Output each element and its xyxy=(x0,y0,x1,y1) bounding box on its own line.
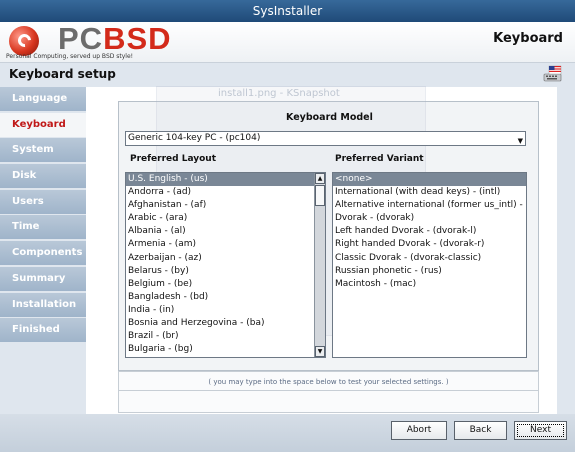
window-title: SysInstaller xyxy=(0,0,575,22)
list-item[interactable]: Belgium - (be) xyxy=(126,278,325,291)
list-item[interactable]: Azerbaijan - (az) xyxy=(126,252,325,265)
sidebar: Language Keyboard System Disk Users Time… xyxy=(0,87,86,344)
list-item[interactable]: Andorra - (ad) xyxy=(126,186,325,199)
list-item[interactable]: Bangladesh - (bd) xyxy=(126,291,325,304)
sidebar-item-components[interactable]: Components xyxy=(0,241,86,266)
keyboard-model-value: Generic 104-key PC - (pc104) xyxy=(128,133,261,143)
next-button-label: Next xyxy=(530,425,551,435)
keyboard-model-select[interactable]: Generic 104-key PC - (pc104) ▼ xyxy=(125,131,526,146)
scrollbar-thumb[interactable] xyxy=(315,185,325,206)
logo-pc: PC xyxy=(58,21,104,56)
background-snapshot-title: install1.png - KSnapshot xyxy=(218,88,340,99)
sidebar-item-language[interactable]: Language xyxy=(0,87,86,111)
list-item[interactable]: Alternative international (former us_int… xyxy=(333,199,526,212)
list-item[interactable]: International (with dead keys) - (intl) xyxy=(333,186,526,199)
layout-scrollbar[interactable]: ▲ ▼ xyxy=(314,173,325,357)
layout-list[interactable]: U.S. English - (us) Andorra - (ad) Afgha… xyxy=(125,172,326,358)
abort-button-label: Abort xyxy=(406,425,432,435)
logo-bsd: BSD xyxy=(103,21,172,56)
tagline: Personal Computing, served up BSD style! xyxy=(6,53,134,60)
scroll-up-icon[interactable]: ▲ xyxy=(315,173,325,184)
list-item[interactable]: Brazil - (br) xyxy=(126,330,325,343)
sidebar-item-disk[interactable]: Disk xyxy=(0,164,86,189)
keyboard-test-input[interactable] xyxy=(119,390,538,411)
list-item[interactable]: Right handed Dvorak - (dvorak-r) xyxy=(333,238,526,251)
sidebar-item-time[interactable]: Time xyxy=(0,215,86,240)
list-item[interactable]: India - (in) xyxy=(126,304,325,317)
scroll-down-icon[interactable]: ▼ xyxy=(315,346,325,357)
chevron-down-icon[interactable]: ▼ xyxy=(518,135,523,148)
sidebar-item-summary[interactable]: Summary xyxy=(0,266,86,291)
list-item[interactable]: Bosnia and Herzegovina - (ba) xyxy=(126,317,325,330)
sidebar-item-keyboard[interactable]: Keyboard xyxy=(0,112,86,137)
back-button[interactable]: Back xyxy=(454,421,507,440)
variant-list[interactable]: <none> International (with dead keys) - … xyxy=(332,172,527,358)
header: PCBSD Personal Computing, served up BSD … xyxy=(0,22,575,63)
list-item[interactable]: Armenia - (am) xyxy=(126,238,325,251)
list-item[interactable]: Classic Dvorak - (dvorak-classic) xyxy=(333,252,526,265)
keyboard-flag-icon xyxy=(543,65,562,82)
logo-wordmark: PCBSD xyxy=(58,22,172,56)
list-item[interactable]: Bulgaria - (bg) xyxy=(126,343,325,356)
list-item[interactable]: <none> xyxy=(333,173,526,187)
sidebar-item-installation[interactable]: Installation xyxy=(0,292,86,317)
list-item[interactable]: Belarus - (by) xyxy=(126,265,325,278)
preferred-layout-label: Preferred Layout xyxy=(130,154,217,164)
list-item[interactable]: U.S. English - (us) xyxy=(126,173,325,187)
sidebar-item-users[interactable]: Users xyxy=(0,189,86,214)
section-title: Keyboard xyxy=(493,31,563,46)
keyboard-test-area: ( you may type into the space below to t… xyxy=(118,371,539,413)
sidebar-item-finished[interactable]: Finished xyxy=(0,318,86,343)
list-item[interactable]: Afghanistan - (af) xyxy=(126,199,325,212)
list-item[interactable]: Macintosh - (mac) xyxy=(333,278,526,291)
list-item[interactable]: Russian phonetic - (rus) xyxy=(333,265,526,278)
list-item[interactable]: Arabic - (ara) xyxy=(126,212,325,225)
back-button-label: Back xyxy=(469,425,492,435)
list-item[interactable]: Left handed Dvorak - (dvorak-l) xyxy=(333,225,526,238)
page-title: Keyboard setup xyxy=(9,67,116,81)
keyboard-model-label: Keyboard Model xyxy=(286,112,373,123)
list-item[interactable]: Albania - (al) xyxy=(126,225,325,238)
list-item[interactable]: Dvorak - (dvorak) xyxy=(333,212,526,225)
abort-button[interactable]: Abort xyxy=(391,421,447,440)
test-hint: ( you may type into the space below to t… xyxy=(208,378,449,386)
sidebar-item-system[interactable]: System xyxy=(0,138,86,163)
setup-bar: Keyboard setup xyxy=(0,63,575,85)
pcbsd-logo-icon xyxy=(9,26,39,56)
next-button[interactable]: Next xyxy=(514,421,567,440)
preferred-variant-label: Preferred Variant xyxy=(335,154,424,164)
